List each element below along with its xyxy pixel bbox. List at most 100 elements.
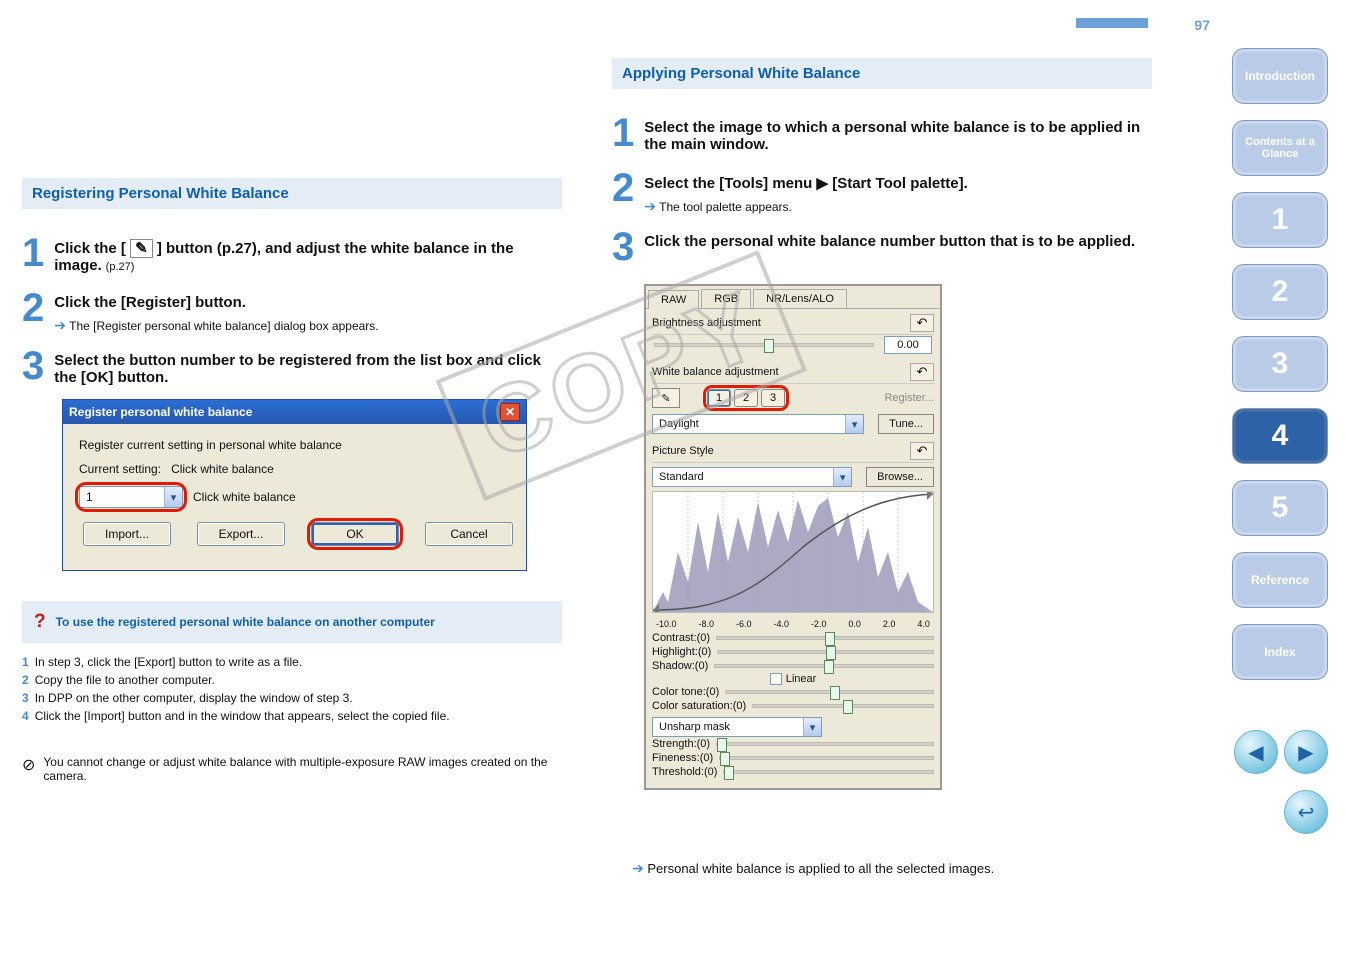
step-2: 2 Click the [Register] button. ➔ The [Re… bbox=[22, 286, 562, 334]
pwb-button-1[interactable]: 1 bbox=[707, 389, 731, 407]
dialog-title: Register personal white balance bbox=[69, 405, 252, 419]
dialog-titlebar: Register personal white balance ✕ bbox=[63, 400, 526, 424]
nav-index[interactable]: Index bbox=[1232, 624, 1328, 680]
histogram-ticks: -10.0 -8.0 -6.0 -4.0 -2.0 0.0 2.0 4.0 bbox=[652, 617, 934, 631]
next-page-button[interactable]: ▶ bbox=[1284, 730, 1328, 774]
color-sat-slider[interactable] bbox=[752, 704, 934, 708]
step2-sub: The [Register personal white balance] di… bbox=[69, 319, 379, 333]
current-setting-label: Current setting: bbox=[79, 462, 161, 476]
tick: -4.0 bbox=[773, 619, 789, 629]
back-arrow-icon: ↩ bbox=[1298, 800, 1315, 825]
undo-icon: ↶ bbox=[917, 364, 928, 380]
register-link[interactable]: Register... bbox=[884, 392, 934, 404]
nav-intro-label: Introduction bbox=[1245, 69, 1315, 83]
apply-footer-text: Personal white balance is applied to all… bbox=[647, 861, 994, 876]
triangle-right-icon: ▶ bbox=[1298, 740, 1313, 765]
eyedropper-button[interactable]: ✎ bbox=[652, 388, 680, 408]
tick: -6.0 bbox=[736, 619, 752, 629]
picture-style-reset-button[interactable]: ↶ bbox=[910, 442, 934, 460]
chevron-down-icon: ▾ bbox=[833, 468, 851, 486]
pwb-button-3[interactable]: 3 bbox=[761, 389, 785, 407]
page-number-bar bbox=[1076, 18, 1148, 28]
apply-step-3: 3 Click the personal white balance numbe… bbox=[612, 225, 1152, 270]
shadow-slider[interactable] bbox=[714, 664, 934, 668]
nav-reference[interactable]: Reference bbox=[1232, 552, 1328, 608]
nav-ch3[interactable]: 3 bbox=[1232, 336, 1328, 392]
wb-slot-value: 1 bbox=[86, 490, 93, 504]
color-tone-slider[interactable] bbox=[725, 690, 934, 694]
picture-style-value: Standard bbox=[659, 471, 704, 483]
pwb-button-2[interactable]: 2 bbox=[734, 389, 758, 407]
warning-text: You cannot change or adjust white balanc… bbox=[43, 755, 562, 783]
fineness-slider[interactable] bbox=[719, 756, 934, 760]
page-number: 97 bbox=[1194, 17, 1210, 33]
ok-button[interactable]: OK bbox=[311, 522, 399, 546]
step1-ref[interactable]: p.27 bbox=[109, 261, 130, 273]
shadow-label: Shadow:(0) bbox=[652, 660, 708, 672]
tip-list: 1In step 3, click the [Export] button to… bbox=[22, 653, 562, 725]
nav-ch4-num: 4 bbox=[1272, 419, 1289, 453]
nav-ch3-num: 3 bbox=[1272, 347, 1289, 381]
tab-raw[interactable]: RAW bbox=[648, 290, 699, 309]
apply-step-2: 2 Select the [Tools] menu ▶ [Start Tool … bbox=[612, 166, 1152, 215]
arrow-icon: ➔ bbox=[54, 317, 66, 333]
strength-slider[interactable] bbox=[716, 742, 934, 746]
arrow-icon: ➔ bbox=[632, 860, 644, 876]
triangle-left-icon: ◀ bbox=[1248, 740, 1263, 765]
tip-item-2: Copy the file to another computer. bbox=[35, 673, 215, 687]
nav-index-label: Index bbox=[1264, 645, 1295, 659]
apply-step-1-number: 1 bbox=[612, 111, 634, 156]
right-nav: Introduction Contents at a Glance 1 2 3 … bbox=[1232, 48, 1328, 696]
step3-text: Select the button number to be registere… bbox=[54, 352, 541, 386]
nav-ch2[interactable]: 2 bbox=[1232, 264, 1328, 320]
highlight-label: Highlight:(0) bbox=[652, 646, 711, 658]
wb-reset-button[interactable]: ↶ bbox=[910, 363, 934, 381]
picture-style-select[interactable]: Standard ▾ bbox=[652, 467, 852, 487]
tip-heading: To use the registered personal white bal… bbox=[56, 615, 435, 629]
back-button[interactable]: ↩ bbox=[1284, 790, 1328, 834]
import-button[interactable]: Import... bbox=[83, 522, 171, 546]
cancel-button[interactable]: Cancel bbox=[425, 522, 513, 546]
histogram-tone-curve bbox=[652, 491, 934, 613]
color-sat-label: Color saturation:(0) bbox=[652, 700, 746, 712]
nav-ch1[interactable]: 1 bbox=[1232, 192, 1328, 248]
tick: -2.0 bbox=[811, 619, 827, 629]
sharpen-mode-select[interactable]: Unsharp mask ▾ bbox=[652, 717, 822, 737]
tune-button[interactable]: Tune... bbox=[878, 414, 934, 434]
wb-label: White balance adjustment bbox=[652, 366, 779, 378]
tip-item-4: Click the [Import] button and in the win… bbox=[35, 709, 450, 723]
tick: 2.0 bbox=[883, 619, 896, 629]
linear-checkbox[interactable] bbox=[770, 673, 782, 685]
threshold-slider[interactable] bbox=[723, 770, 934, 774]
color-tone-label: Color tone:(0) bbox=[652, 686, 719, 698]
strength-label: Strength:(0) bbox=[652, 738, 710, 750]
export-button[interactable]: Export... bbox=[197, 522, 285, 546]
register-wb-dialog: Register personal white balance ✕ Regist… bbox=[62, 399, 527, 571]
brightness-value[interactable]: 0.00 bbox=[884, 336, 932, 354]
wb-slot-desc: Click white balance bbox=[193, 490, 296, 504]
apply-step3-text: Click the personal white balance number … bbox=[644, 233, 1135, 250]
tab-nr-lens-alo[interactable]: NR/Lens/ALO bbox=[753, 289, 847, 308]
nav-ref-label: Reference bbox=[1251, 573, 1309, 587]
apply-step-2-number: 2 bbox=[612, 166, 634, 211]
wb-preset-select[interactable]: Daylight ▾ bbox=[652, 414, 864, 434]
step-2-number: 2 bbox=[22, 286, 44, 331]
contrast-slider[interactable] bbox=[716, 636, 934, 640]
nav-ch4[interactable]: 4 bbox=[1232, 408, 1328, 464]
chevron-down-icon: ▾ bbox=[803, 718, 821, 736]
brightness-reset-button[interactable]: ↶ bbox=[910, 314, 934, 332]
browse-button[interactable]: Browse... bbox=[866, 467, 934, 487]
close-button[interactable]: ✕ bbox=[500, 403, 520, 421]
nav-ch5[interactable]: 5 bbox=[1232, 480, 1328, 536]
tick: 4.0 bbox=[917, 619, 930, 629]
wb-slot-select[interactable]: 1 ▾ bbox=[79, 486, 183, 508]
highlight-slider[interactable] bbox=[717, 650, 934, 654]
tab-rgb[interactable]: RGB bbox=[701, 289, 751, 308]
dialog-message: Register current setting in personal whi… bbox=[79, 438, 510, 452]
prev-page-button[interactable]: ◀ bbox=[1234, 730, 1278, 774]
brightness-slider[interactable] bbox=[654, 343, 874, 347]
nav-contents[interactable]: Contents at a Glance bbox=[1232, 120, 1328, 176]
nav-intro[interactable]: Introduction bbox=[1232, 48, 1328, 104]
tick: -10.0 bbox=[656, 619, 677, 629]
brightness-label: Brightness adjustment bbox=[652, 317, 761, 329]
